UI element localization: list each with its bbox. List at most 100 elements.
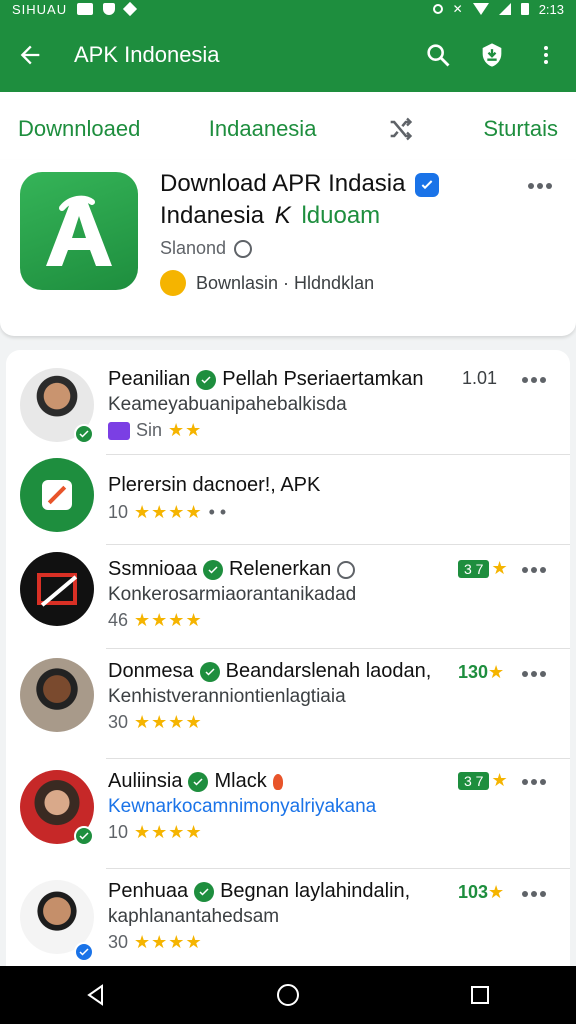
hero-meta: Bownlasin · Hldndklan xyxy=(160,270,374,296)
item-title-text: Plerersin dacnoer!, APK xyxy=(108,474,321,496)
hero-subtitle: Slanond xyxy=(160,238,253,259)
item-more-button[interactable] xyxy=(520,560,548,580)
wifi-icon xyxy=(472,3,489,15)
item-title-tail: Begnan laylahindalin, xyxy=(220,880,411,902)
tab-indonesia[interactable]: Indaanesia xyxy=(209,116,317,142)
status-left-text: SIHUAU xyxy=(12,1,68,17)
check-icon xyxy=(199,661,220,682)
notification-icon xyxy=(77,3,94,15)
rating-stars: ★★★★ xyxy=(134,610,203,630)
rating-stars: ★★★★ xyxy=(134,822,203,842)
item-title: Auliinsia Mlack xyxy=(108,770,283,793)
shield-icon xyxy=(103,3,116,15)
item-meta: 10 ★★★★ • • xyxy=(108,502,226,523)
signal-icon xyxy=(498,3,511,15)
star-icon: ★ xyxy=(491,558,508,578)
star-icon: ★ xyxy=(491,770,508,790)
rating-value: 3 7 xyxy=(458,559,490,578)
nav-home-button[interactable] xyxy=(272,979,304,1011)
app-bar-title: APK Indonesia xyxy=(74,42,220,67)
search-icon xyxy=(427,44,450,67)
item-title: Penhuaa Begnan laylahindalin, xyxy=(108,880,410,903)
tab-bar: Downnloaed Indaanesia Sturtais xyxy=(0,92,576,166)
item-more-button[interactable] xyxy=(520,884,548,904)
rating-pill: 3 7 ★ xyxy=(458,558,508,579)
nav-home-icon xyxy=(277,984,299,1006)
verified-badge-icon xyxy=(74,826,94,846)
shuffle-icon xyxy=(390,117,413,141)
list-item[interactable]: Auliinsia Mlack 3 7 ★ Kewnarkocamnimonyal… xyxy=(6,758,570,868)
info-icon xyxy=(234,239,253,258)
rating-stars: ★★★★ xyxy=(134,712,203,732)
overflow-menu-button[interactable] xyxy=(530,39,562,71)
item-title: Donmesa Beandarslenah laodan, xyxy=(108,660,431,683)
item-description: Konkerosarmiaorantanikadad xyxy=(108,584,357,605)
item-title: Plerersin dacnoer!, APK xyxy=(108,474,320,497)
hero-title-line2: Indanesia K lduoam xyxy=(160,202,380,230)
app-bar: APK Indonesia xyxy=(0,18,576,92)
verified-icon xyxy=(415,172,440,197)
item-more-button[interactable] xyxy=(520,772,548,792)
fire-icon xyxy=(272,773,283,790)
item-more-button[interactable] xyxy=(520,664,548,684)
system-nav-bar xyxy=(0,966,576,1024)
more-horiz-icon xyxy=(522,671,546,677)
hero-title-main: Indanesia xyxy=(160,202,265,229)
category-icon xyxy=(108,421,130,440)
item-side-value: 103★ xyxy=(458,882,505,902)
item-meta: 30 ★★★★ xyxy=(108,712,203,733)
item-side-number: 103 xyxy=(458,882,489,902)
item-title-tail: Relenerkan xyxy=(228,558,332,580)
item-meta: 10 ★★★★ xyxy=(108,822,203,843)
list-item[interactable]: Donmesa Beandarslenah laodan, 130★ Kenhi… xyxy=(6,648,570,758)
download-shield-button[interactable] xyxy=(476,39,508,71)
verified-badge-icon xyxy=(74,942,94,962)
battery-icon xyxy=(520,3,529,15)
tab-download[interactable]: Downnloaed xyxy=(18,116,140,142)
download-shield-icon xyxy=(482,43,502,67)
nav-recents-button[interactable] xyxy=(464,979,496,1011)
check-icon xyxy=(202,559,223,580)
avatar xyxy=(20,658,94,732)
app-logo-icon xyxy=(37,573,78,607)
hero-title-line1: Download APR Indasia xyxy=(160,170,440,198)
list-item[interactable]: Peanilian Pellah Pseriaertamkan 1.01 Kea… xyxy=(6,350,570,460)
item-title-text: Auliinsia xyxy=(108,770,183,792)
item-meta-count: Sin xyxy=(136,420,163,440)
item-side-number: 130 xyxy=(458,662,489,682)
nav-back-button[interactable] xyxy=(80,979,112,1011)
more-horiz-icon xyxy=(522,779,546,785)
more-vert-icon xyxy=(544,46,548,64)
status-time: 2:13 xyxy=(538,1,564,17)
item-more-button[interactable] xyxy=(520,370,548,390)
hero-title-text: Download APR Indasia xyxy=(160,170,406,197)
hero-title-k: K xyxy=(274,202,291,229)
rating-stars: ★★ xyxy=(168,420,203,440)
shuffle-button[interactable] xyxy=(385,114,415,144)
item-title-text: Donmesa xyxy=(108,660,194,682)
item-title-tail: Beandarslenah laodan, xyxy=(225,660,432,682)
check-icon xyxy=(194,881,215,902)
search-button[interactable] xyxy=(422,39,454,71)
app-logo-icon xyxy=(42,480,72,510)
app-hero-card[interactable]: Download APR Indasia Indanesia K lduoam … xyxy=(0,160,576,336)
item-title-text: Penhuaa xyxy=(108,880,189,902)
hero-meta-text: Bownlasin · Hldndklan xyxy=(196,272,375,293)
app-logo-icon xyxy=(20,172,138,290)
rating-stars: ★★★★ xyxy=(134,932,203,952)
item-meta: Sin ★★ xyxy=(108,420,202,441)
hero-more-button[interactable] xyxy=(526,176,554,196)
item-meta-count: 30 xyxy=(108,932,129,952)
back-arrow-icon xyxy=(20,45,40,65)
back-button[interactable] xyxy=(14,39,46,71)
item-meta-count: 46 xyxy=(108,610,129,630)
item-meta: 30 ★★★★ xyxy=(108,932,203,953)
diamond-icon xyxy=(123,1,138,17)
tab-status[interactable]: Sturtais xyxy=(483,116,558,142)
item-title-tail: Pellah Pseriaertamkan xyxy=(222,368,424,390)
rating-value: 3 7 xyxy=(458,771,490,790)
item-description-link[interactable]: Kewnarkocamnimonyalriyakana xyxy=(108,796,376,818)
hero-title-accent: lduoam xyxy=(301,202,381,229)
list-item[interactable]: Ssmnioaa Relenerkan 3 7 ★ Konkerosarmiaor… xyxy=(6,544,570,654)
list-item[interactable]: Penhuaa Begnan laylahindalin, 103★ kaphl… xyxy=(6,868,570,966)
